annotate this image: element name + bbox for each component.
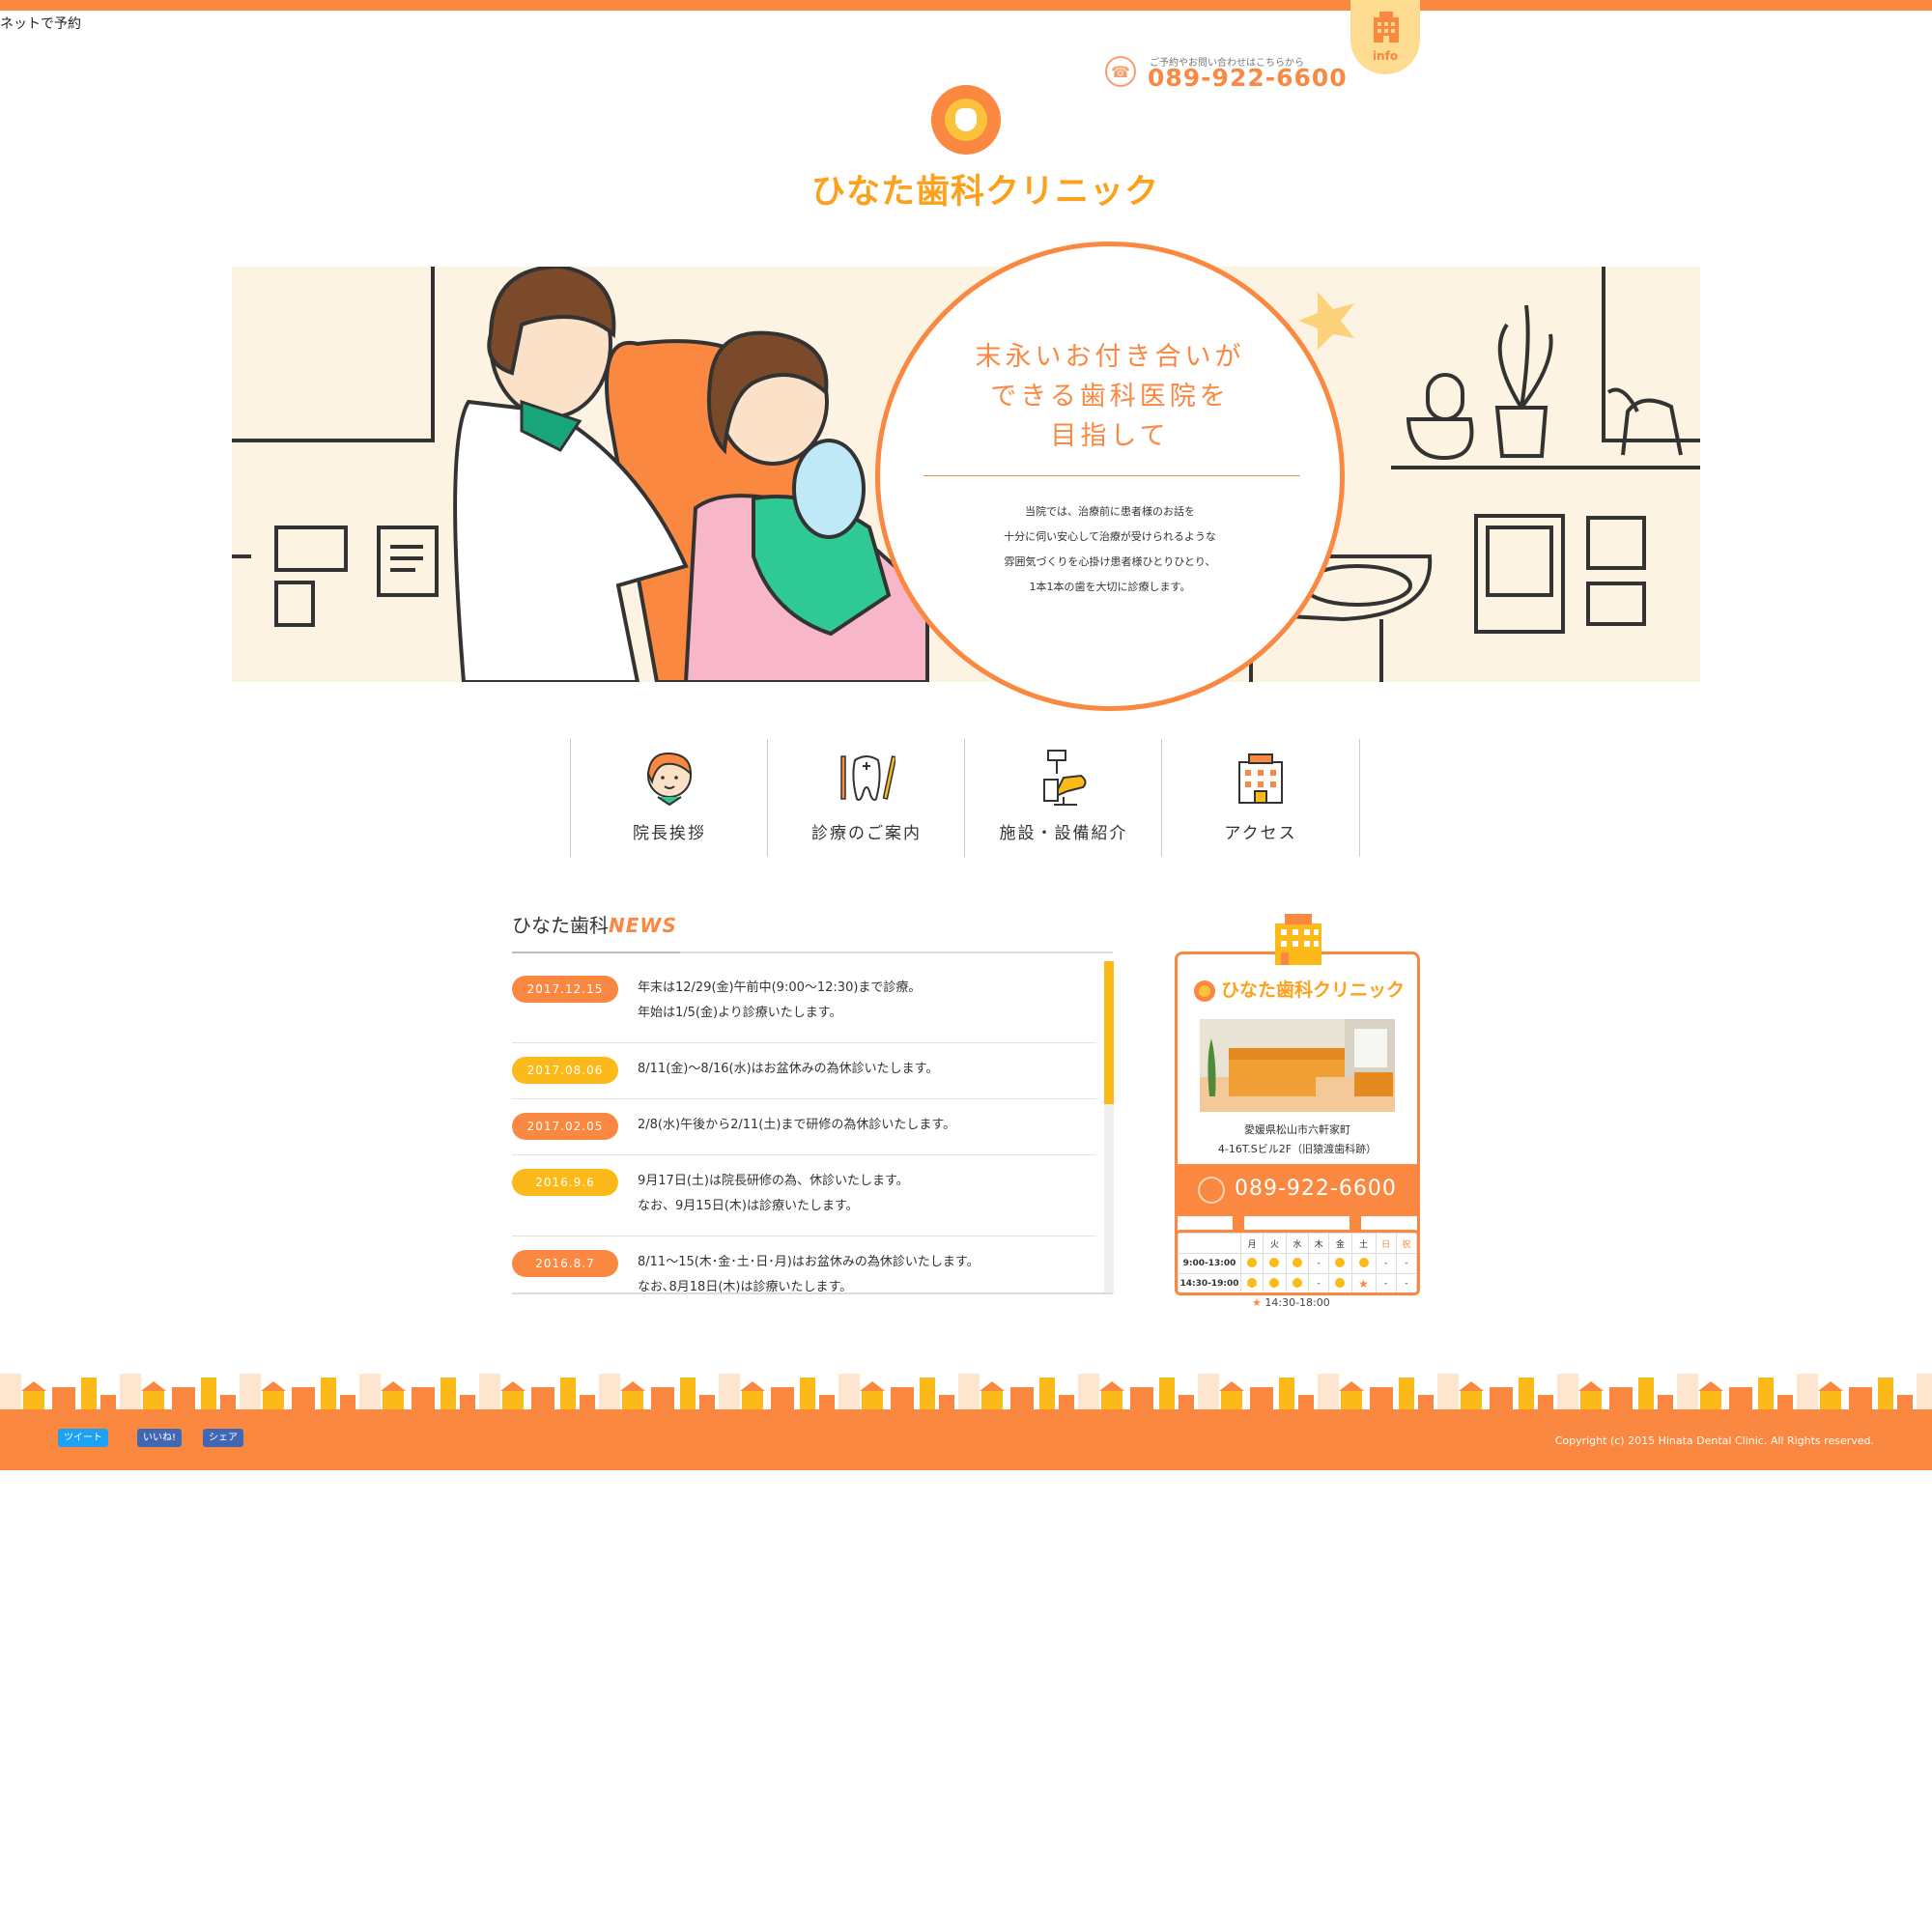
doctor-face-icon <box>646 752 693 807</box>
news-item[interactable]: 2017.12.15 年末は12/29(金)午前中(9:00〜12:30)まで診… <box>512 961 1096 1043</box>
news-scrollbar-thumb[interactable] <box>1104 961 1114 1104</box>
schedule-table: 月 火 水 木 金 土 日 祝 9:00-13:00 - - - 14:30-1… <box>1175 1230 1420 1295</box>
townscape-decoration <box>0 1374 1932 1409</box>
nav-label: 施設・設備紹介 <box>999 824 1128 843</box>
news-list[interactable]: 2017.12.15 年末は12/29(金)午前中(9:00〜12:30)まで診… <box>512 961 1113 1294</box>
phone-icon <box>1198 1177 1225 1204</box>
nav-access[interactable]: アクセス <box>1161 739 1360 857</box>
news-item[interactable]: 2017.02.05 2/8(水)午後から2/11(土)まで研修の為休診いたしま… <box>512 1099 1096 1155</box>
news-text: 8/11〜15(木･金･土･日･月)はお盆休みの為休診いたします。 なお､8月18… <box>638 1255 980 1294</box>
hero-message-circle: 末永いお付き合いが できる歯科医院を 目指して 当院では、治療前に患者様のお話を… <box>875 242 1345 711</box>
nav-label: 診療のご案内 <box>811 824 922 843</box>
star-icon: ★ <box>1252 1296 1262 1309</box>
footer: ツイート いいね! シェア Copyright (c) 2015 Hinata … <box>0 1409 1932 1470</box>
nav-treatment[interactable]: 診療のご案内 <box>767 739 965 857</box>
nav-label: アクセス <box>1224 824 1297 843</box>
building-icon <box>1374 12 1399 43</box>
nav-greeting[interactable]: 院長挨拶 <box>570 739 768 857</box>
card-tel-number: 089-922-6600 <box>1235 1177 1397 1201</box>
card-logo: ひなた歯科クリニック <box>1194 976 1405 1002</box>
news-text: 年末は12/29(金)午前中(9:00〜12:30)まで診療。 年始は1/5(金)… <box>638 980 922 1020</box>
news-item[interactable]: 2016.8.7 8/11〜15(木･金･土･日･月)はお盆休みの為休診いたしま… <box>512 1236 1096 1294</box>
building-icon <box>1238 753 1283 804</box>
connector <box>1233 1216 1244 1231</box>
phone-icon: ☎ <box>1105 56 1136 87</box>
news-date: 2016.8.7 <box>512 1250 618 1277</box>
news-date: 2017.02.05 <box>512 1113 618 1140</box>
news-date: 2017.08.06 <box>512 1057 618 1084</box>
schedule-note: ★ 14:30-18:00 <box>1252 1296 1330 1309</box>
tel-number: 089-922-6600 <box>1148 64 1348 92</box>
building-icon <box>1275 914 1321 965</box>
nav-label: 院長挨拶 <box>633 824 706 843</box>
hero-description: 当院では、治療前に患者様のお話を 十分に伺い安心して治療が受けられるような 雰囲… <box>1004 505 1216 593</box>
share-button[interactable]: シェア <box>203 1429 243 1447</box>
top-accent-bar <box>0 0 1932 11</box>
hero-catchphrase: 末永いお付き合いが できる歯科医院を 目指して <box>975 342 1245 451</box>
info-label: info <box>1372 49 1399 63</box>
card-tel-button[interactable]: 089-922-6600 <box>1175 1164 1420 1216</box>
copyright: Copyright (c) 2015 Hinata Dental Clinic.… <box>1554 1435 1874 1447</box>
tooth-logo-icon[interactable] <box>931 85 1001 155</box>
net-reservation-link[interactable]: ネットで予約 <box>0 14 81 33</box>
connector <box>1350 1216 1361 1231</box>
tooth-logo-icon <box>1194 980 1215 1002</box>
news-heading: ひなた歯科NEWS <box>512 914 677 937</box>
tooth-tools-icon <box>840 755 895 801</box>
news-item[interactable]: 2016.9.6 9月17日(土)は院長研修の為、休診いたします。 なお、9月15… <box>512 1155 1096 1236</box>
dental-chair-icon <box>1043 750 1087 806</box>
news-text: 8/11(金)〜8/16(水)はお盆休みの為休診いたします。 <box>638 1062 939 1076</box>
like-button[interactable]: いいね! <box>137 1429 183 1447</box>
site-logo-text[interactable]: ひなた歯科クリニック <box>811 164 1158 213</box>
waiting-room-photo <box>1200 1019 1395 1112</box>
tweet-button[interactable]: ツイート <box>58 1429 108 1447</box>
clinic-address: 愛媛県松山市六軒家町 4-16T.Sビル2F（旧猿渡歯科跡） <box>1217 1123 1378 1155</box>
news-item[interactable]: 2017.08.06 8/11(金)〜8/16(水)はお盆休みの為休診いたします… <box>512 1043 1096 1099</box>
news-heading-underline <box>512 952 1113 953</box>
news-date: 2017.12.15 <box>512 976 618 1003</box>
divider <box>923 475 1300 476</box>
news-text: 2/8(水)午後から2/11(土)まで研修の為休診いたします。 <box>638 1118 956 1132</box>
info-tab[interactable]: info <box>1350 0 1420 74</box>
news-text: 9月17日(土)は院長研修の為、休診いたします。 なお、9月15日(木)は診療いた… <box>638 1174 909 1213</box>
nav-facility[interactable]: 施設・設備紹介 <box>964 739 1162 857</box>
news-date: 2016.9.6 <box>512 1169 618 1196</box>
